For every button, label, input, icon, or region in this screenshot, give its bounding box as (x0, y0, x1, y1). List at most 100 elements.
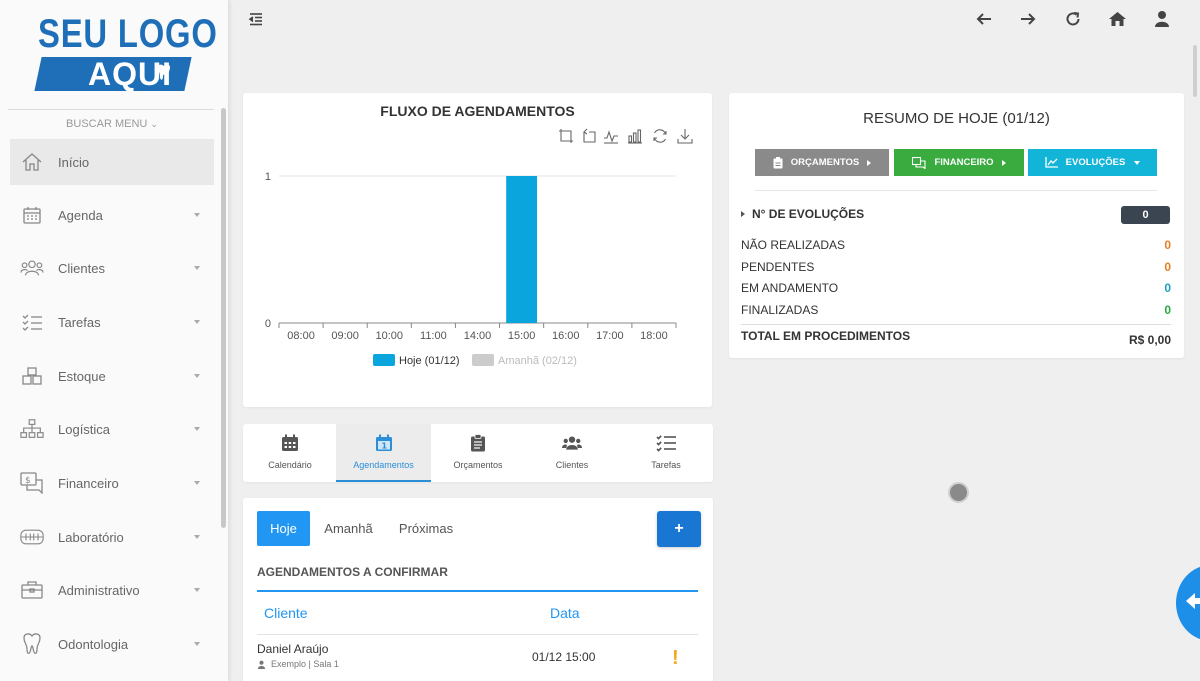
total-label: TOTAL EM PROCEDIMENTOS (741, 329, 911, 343)
caret-down-icon (194, 320, 200, 324)
orcamentos-button[interactable]: ORÇAMENTOS (755, 149, 889, 176)
stat-row: FINALIZADAS 0 (741, 303, 1171, 317)
legend-label[interactable]: Amanhã (02/12) (498, 355, 577, 367)
svg-text:1: 1 (381, 442, 387, 451)
logo[interactable]: SEU LOGO AQUI (34, 12, 217, 96)
user-icon[interactable] (1153, 10, 1171, 28)
evolucoes-count-badge: 0 (1121, 206, 1170, 224)
day-tab-amanha[interactable]: Amanhã (317, 511, 380, 546)
evolucoes-button[interactable]: EVOLUÇÕES (1028, 149, 1157, 176)
caret-down-icon (194, 374, 200, 378)
sidebar-item-label: Laboratório (58, 529, 124, 545)
refresh-icon[interactable] (1064, 10, 1082, 28)
sidebar-item-agenda[interactable]: Agenda (10, 192, 214, 238)
sidebar-item-clientes[interactable]: Clientes (10, 245, 214, 291)
financeiro-button[interactable]: FINANCEIRO (894, 149, 1024, 176)
logo-text-top: SEU LOGO (38, 12, 218, 56)
forward-arrow-icon[interactable] (1019, 10, 1037, 28)
money-icon (912, 156, 926, 169)
search-menu-toggle[interactable]: BUSCAR MENU ⌄ (0, 118, 224, 130)
day-tab-hoje[interactable]: Hoje (257, 511, 310, 546)
add-appointment-button[interactable]: + (657, 511, 701, 547)
summary-divider (755, 190, 1157, 191)
caret-down-icon (194, 588, 200, 592)
calendar-icon (280, 434, 300, 452)
tab-calendario[interactable]: Calendário (243, 424, 337, 482)
sidebar-item-estoque[interactable]: Estoque (10, 353, 214, 399)
sidebar-item-tarefas[interactable]: Tarefas (10, 299, 214, 345)
floating-back-button[interactable] (1176, 565, 1200, 641)
sidebar-item-odontologia[interactable]: Odontologia (10, 621, 214, 667)
sidebar-item-label: Início (58, 154, 90, 170)
appointment-location: Exemplo | Sala 1 (257, 659, 339, 669)
clipboard-icon (468, 434, 488, 452)
sidebar-item-label: Financeiro (58, 475, 119, 491)
stat-value: 0 (1164, 281, 1171, 295)
tab-tarefas[interactable]: Tarefas (619, 424, 713, 482)
stat-label: PENDENTES (741, 260, 815, 274)
sidebar-item-label: Logística (58, 421, 111, 437)
evolucoes-label: N° DE EVOLUÇÕES (752, 207, 865, 221)
stat-row: NÃO REALIZADAS 0 (741, 238, 1171, 252)
x-tick-label: 15:00 (508, 330, 536, 342)
sidebar-item-inicio[interactable]: Início (10, 139, 214, 185)
page-scrollbar[interactable] (1193, 45, 1197, 97)
evolucoes-toggle[interactable]: N° DE EVOLUÇÕES (741, 207, 864, 221)
sidebar-item-laboratorio[interactable]: Laboratório (10, 514, 214, 560)
caret-down-icon (194, 427, 200, 431)
day-tab-proximas[interactable]: Próximas (391, 511, 461, 546)
dashboard-tabs: Calendário 1 Agendamentos Orçamentos Cli… (243, 424, 713, 482)
x-tick-label: 14:00 (464, 330, 492, 342)
tab-clientes[interactable]: Clientes (525, 424, 619, 482)
column-header-cliente[interactable]: Cliente (264, 605, 308, 621)
checklist-icon (656, 434, 676, 452)
chart-card: FLUXO DE AGENDAMENTOS 08:00 09:00 10:00 11:… (243, 93, 712, 407)
x-tick-label: 17:00 (596, 330, 624, 342)
sidebar-item-administrativo[interactable]: Administrativo (10, 567, 214, 613)
sidebar-item-label: Estoque (58, 368, 106, 384)
column-header-data[interactable]: Data (550, 605, 580, 621)
tab-agendamentos[interactable]: 1 Agendamentos (336, 424, 431, 482)
caret-down-icon (194, 266, 200, 270)
sidebar: SEU LOGO AQUI BUSCAR MENU ⌄ Início Agend… (0, 0, 228, 681)
y-tick-label: 1 (265, 171, 271, 183)
legend-label[interactable]: Hoje (01/12) (399, 355, 460, 367)
stat-label: EM ANDAMENTO (741, 281, 839, 295)
clipboard-icon (773, 156, 783, 169)
bar-chart: 08:00 09:00 10:00 11:00 14:00 15:00 16:00 17:00… (265, 171, 677, 367)
bar[interactable] (506, 176, 538, 323)
home-icon[interactable] (1108, 10, 1126, 28)
client-name[interactable]: Daniel Araújo (257, 642, 328, 656)
x-tick-label: 18:00 (640, 330, 668, 342)
legend-swatch[interactable] (472, 354, 494, 366)
sidebar-toggle-icon[interactable] (248, 11, 264, 27)
tab-label: Orçamentos (453, 460, 503, 470)
sidebar-item-label: Clientes (58, 260, 105, 276)
back-arrow-icon[interactable] (975, 10, 993, 28)
sidebar-scrollbar[interactable] (221, 108, 226, 528)
tab-orcamentos[interactable]: Orçamentos (431, 424, 525, 482)
tab-label: Tarefas (651, 460, 681, 470)
x-tick-label: 11:00 (420, 330, 447, 342)
stat-label: NÃO REALIZADAS (741, 238, 846, 252)
sidebar-item-financeiro[interactable]: $ Financeiro (10, 460, 214, 506)
alert-icon[interactable]: ! (672, 647, 679, 670)
total-value: R$ 0,00 (1128, 333, 1171, 347)
legend-swatch[interactable] (373, 354, 395, 366)
table-header: Cliente Data (257, 590, 698, 635)
appointments-card: Hoje Amanhã Próximas + AGENDAMENTOS A CO… (243, 498, 713, 681)
sidebar-item-logistica[interactable]: Logística (10, 406, 214, 452)
calendar-icon (20, 203, 44, 227)
chevron-down-icon: ⌄ (150, 119, 158, 129)
tooth-icon (20, 632, 44, 656)
financeiro-button-label: FINANCEIRO (934, 157, 994, 168)
svg-text:$: $ (25, 476, 31, 486)
total-divider (741, 324, 1171, 325)
search-menu-label: BUSCAR MENU (66, 118, 148, 130)
caret-down-icon (194, 642, 200, 646)
stat-value: 0 (1164, 303, 1171, 317)
caret-down-icon (194, 213, 200, 217)
users-icon (20, 256, 44, 280)
stat-label: FINALIZADAS (741, 303, 819, 317)
sidebar-item-label: Odontologia (58, 636, 129, 652)
